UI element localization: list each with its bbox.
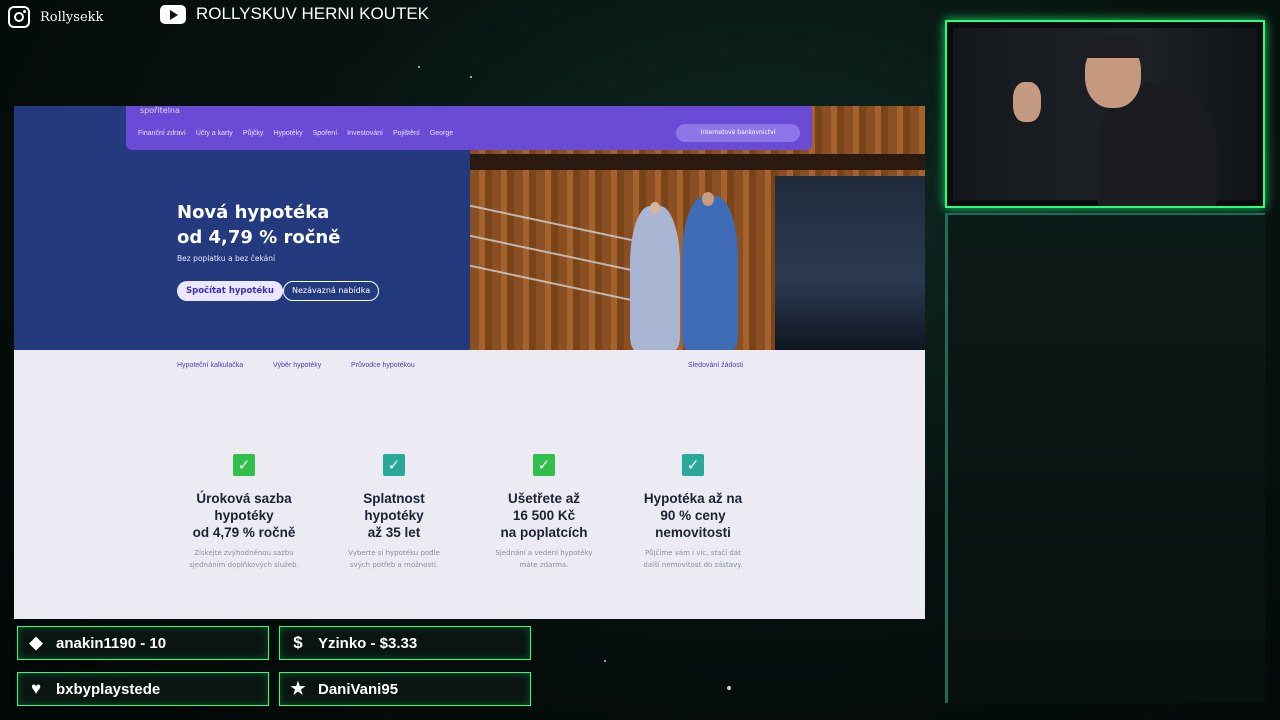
feature-description: Vyberte si hypotéku podle svých potřeb a…: [348, 549, 440, 569]
diamond-icon: ◆: [29, 633, 43, 652]
nav-item[interactable]: Účty a karty: [196, 130, 233, 137]
star-icon: ★: [290, 679, 306, 698]
feature-title: Úroková sazba hypotéky od 4,79 % ročně: [192, 491, 296, 540]
side-panel: [945, 213, 1265, 703]
star-decoration: [727, 686, 731, 690]
feature-title: Ušetřete až 16 500 Kč na poplatcích: [500, 491, 588, 540]
headset-icon: [1081, 34, 1145, 58]
nav-item[interactable]: George: [430, 130, 453, 137]
site-navbar: spořitelna Finanční zdraví Účty a karty …: [126, 106, 812, 150]
streamer-hand: [1013, 82, 1041, 122]
star-decoration: [604, 660, 606, 662]
hero-title-line1: Nová hypotéka: [177, 202, 330, 223]
hero-title-line2: od 4,79 % ročně: [177, 227, 341, 248]
feature-description: Získejte zvýhodněnou sazbu sjednáním dop…: [189, 549, 299, 569]
nav-item[interactable]: Investování: [347, 130, 383, 137]
alert-donation: $ Yzinko - $3.33: [279, 626, 531, 660]
heart-icon: ♥: [30, 679, 42, 698]
instagram-handle: Rollysekk: [8, 6, 103, 28]
check-icon: ✓: [233, 454, 255, 476]
star-decoration: [470, 76, 472, 78]
alert-subscriber: ★ DaniVani95: [279, 672, 531, 706]
star-decoration: [418, 66, 420, 68]
dollar-icon: $: [293, 633, 303, 652]
alert-text: Yzinko - $3.33: [318, 634, 418, 652]
subnav-tracking-link[interactable]: Sledování žádosti: [688, 362, 743, 369]
feature-description: Půjčíme vám i víc, stačí dát další nemov…: [643, 549, 743, 569]
feature-title: Hypotéka až na 90 % ceny nemovitosti: [643, 491, 743, 540]
check-icon: ✓: [383, 454, 405, 476]
instagram-icon: [8, 6, 30, 28]
hero-title: Nová hypotéka od 4,79 % ročně: [177, 200, 340, 250]
alert-text: anakin1190 - 10: [56, 634, 167, 652]
feature-description: Sjednání a vedení hypotéky máte zdarma.: [495, 549, 593, 569]
feature-title: Splatnost hypotéky až 35 let: [363, 491, 425, 540]
check-icon: ✓: [533, 454, 555, 476]
instagram-name: Rollysekk: [40, 9, 104, 25]
subnav-selection-link[interactable]: Výběr hypotéky: [273, 362, 321, 369]
youtube-icon: [160, 4, 186, 24]
webcam-frame: [945, 20, 1265, 208]
feature-card: ✓ Ušetřete až 16 500 Kč na poplatcích Sj…: [469, 454, 619, 571]
youtube-channel: ROLLYSKUV HERNI KOUTEK: [160, 4, 429, 24]
feature-card: ✓ Splatnost hypotéky až 35 let Vyberte s…: [319, 454, 469, 571]
nav-item[interactable]: Hypotéky: [273, 130, 302, 137]
nav-item[interactable]: Spoření: [313, 130, 338, 137]
hero-subtitle: Bez poplatku a bez čekání: [177, 254, 276, 263]
subnav-calculator-link[interactable]: Hypoteční kalkulačka: [177, 362, 243, 369]
calculate-mortgage-button[interactable]: Spočítat hypotéku: [177, 281, 283, 301]
alert-text: bxbyplaystede: [56, 680, 161, 698]
check-icon: ✓: [682, 454, 704, 476]
offer-button[interactable]: Nezávazná nabídka: [283, 281, 380, 301]
nav-item[interactable]: Finanční zdraví: [138, 130, 186, 137]
bank-logo: spořitelna: [140, 106, 180, 115]
internet-banking-button[interactable]: Internetové bankovnictví: [676, 124, 800, 142]
subnav-guide-link[interactable]: Průvodce hypotékou: [351, 362, 415, 369]
feature-card: ✓ Hypotéka až na 90 % ceny nemovitosti P…: [618, 454, 768, 571]
nav-menu: Finanční zdraví Účty a karty Půjčky Hypo…: [138, 130, 453, 137]
nav-item[interactable]: Půjčky: [243, 130, 264, 137]
alert-text: DaniVani95: [318, 680, 399, 698]
alert-top-donor: ◆ anakin1190 - 10: [17, 626, 269, 660]
feature-card: ✓ Úroková sazba hypotéky od 4,79 % ročně…: [169, 454, 319, 571]
alert-follower: ♥ bxbyplaystede: [17, 672, 269, 706]
browser-capture: spořitelna Finanční zdraví Účty a karty …: [14, 106, 925, 619]
youtube-channel-name: ROLLYSKUV HERNI KOUTEK: [196, 4, 430, 23]
nav-item[interactable]: Pojištění: [393, 130, 420, 137]
